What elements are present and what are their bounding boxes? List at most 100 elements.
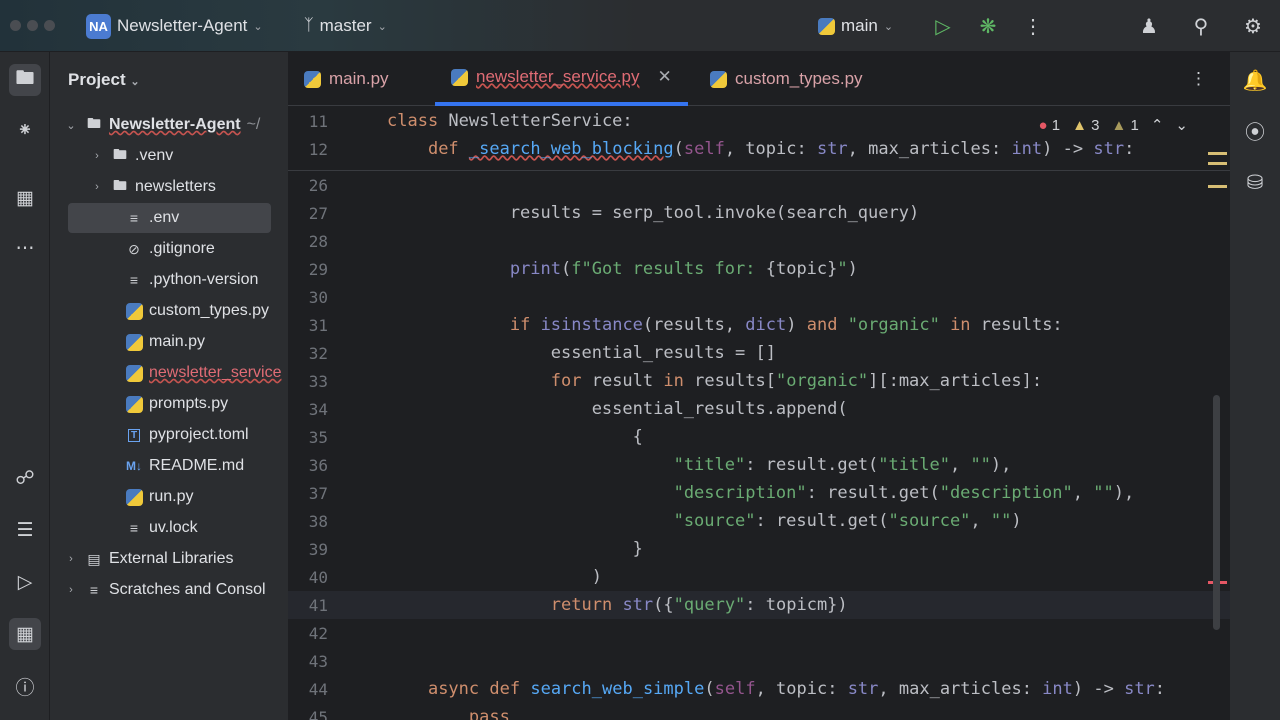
tree-item[interactable]: ≡ uv.lock xyxy=(50,513,288,543)
window-controls[interactable] xyxy=(10,20,55,31)
code-line[interactable]: 35 { xyxy=(288,423,1230,451)
database-icon[interactable]: ⛁ xyxy=(1241,168,1269,196)
tree-item[interactable]: custom_types.py xyxy=(50,296,288,326)
tree-item-label: uv.lock xyxy=(149,519,198,536)
editor-scrollbar[interactable] xyxy=(1213,395,1220,630)
tree-item[interactable]: prompts.py xyxy=(50,389,288,419)
code-line[interactable]: 36 "title": result.get("title", ""), xyxy=(288,451,1230,479)
python-icon xyxy=(818,17,835,35)
expand-arrow-icon[interactable]: › xyxy=(90,181,104,193)
code-token: isinstance xyxy=(540,315,643,335)
error-count[interactable]: ● 1 xyxy=(1039,117,1061,134)
tab-custom-types-py[interactable]: custom_types.py xyxy=(710,52,863,106)
code-line[interactable]: 39 } xyxy=(288,535,1230,563)
line-number: 29 xyxy=(308,259,328,279)
code-token: , topic: xyxy=(755,679,848,699)
code-token: NewsletterService: xyxy=(438,111,633,131)
tree-item[interactable]: Tpyproject.toml xyxy=(50,420,288,450)
code-line[interactable]: 37 "description": result.get("descriptio… xyxy=(288,479,1230,507)
code-line[interactable]: 42 xyxy=(288,619,1230,647)
layers-icon[interactable]: ☰ xyxy=(9,514,41,546)
line-number: 26 xyxy=(308,175,328,195)
tree-item[interactable]: ≡ .env xyxy=(68,203,271,233)
tree-item[interactable]: › ▤ External Libraries xyxy=(50,544,288,574)
structure-icon[interactable]: ▦ xyxy=(9,182,41,214)
code-line[interactable]: 29 print(f"Got results for: {topic}") xyxy=(288,255,1230,283)
code-line[interactable]: 30 xyxy=(288,283,1230,311)
problems-icon[interactable]: ⓘ xyxy=(9,670,41,702)
project-folder-icon[interactable]: 🖿 xyxy=(9,64,41,96)
warning-stripe[interactable] xyxy=(1208,162,1227,165)
branch-selector[interactable]: ᛉ master ⌄ xyxy=(304,14,387,38)
code-line[interactable]: 28 xyxy=(288,227,1230,255)
settings-gear-icon[interactable]: ⚙ xyxy=(1240,13,1266,39)
code-line[interactable]: 33 for result in results["organic"][:max… xyxy=(288,367,1230,395)
tree-item[interactable]: ≡ .python-version xyxy=(50,265,288,295)
warning-stripe[interactable] xyxy=(1208,185,1227,188)
services-icon[interactable]: ▷ xyxy=(9,566,41,598)
commit-icon[interactable]: ⁕ xyxy=(9,114,41,146)
code-line[interactable]: 41 return str({"query": topicm}) xyxy=(288,591,1230,619)
weak-warning-count-value: 1 xyxy=(1130,116,1139,134)
code-line[interactable]: 34 essential_results.append( xyxy=(288,395,1230,423)
tree-item[interactable]: newsletter_service xyxy=(50,358,288,388)
text-file-icon: ≡ xyxy=(129,272,139,288)
code-line[interactable]: 32 essential_results = [] xyxy=(288,339,1230,367)
tree-item[interactable]: › 🖿 .venv xyxy=(50,141,288,171)
line-number: 40 xyxy=(308,567,328,587)
weak-warning-count[interactable]: ▲ 1 xyxy=(1111,117,1138,134)
code-line[interactable]: 12 def _search_web_blocking(self, topic:… xyxy=(288,135,1230,163)
project-panel-title[interactable]: Project ⌄ xyxy=(68,70,140,90)
add-user-icon[interactable]: ♟ xyxy=(1136,13,1162,39)
code-line[interactable]: 44 async def search_web_simple(self, top… xyxy=(288,675,1230,703)
code-line[interactable]: 45 pass xyxy=(288,703,1230,720)
close-tab-icon[interactable]: ✕ xyxy=(657,67,671,87)
notifications-bell-icon[interactable]: 🔔 xyxy=(1241,66,1269,94)
debug-icon[interactable]: ❋ xyxy=(975,13,1001,39)
tab-newsletter-service-py[interactable]: newsletter_service.py ✕ xyxy=(435,52,688,106)
tab-options-icon[interactable]: ⋮ xyxy=(1190,52,1207,106)
search-icon[interactable]: ⚲ xyxy=(1188,13,1214,39)
python-console-icon[interactable]: ☍ xyxy=(9,462,41,494)
warning-stripe[interactable] xyxy=(1208,152,1227,155)
tree-item[interactable]: run.py xyxy=(50,482,288,512)
previous-problem-icon[interactable]: ⌃ xyxy=(1151,116,1164,134)
code-line[interactable]: 27 results = serp_tool.invoke(search_que… xyxy=(288,199,1230,227)
expand-arrow-icon[interactable]: ⌄ xyxy=(64,119,78,132)
more-options-icon[interactable]: ⋮ xyxy=(1020,13,1046,39)
run-icon[interactable]: ▷ xyxy=(930,13,956,39)
terminal-icon[interactable]: ▦ xyxy=(9,618,41,650)
tree-item[interactable]: › 🖿 newsletters xyxy=(50,172,288,202)
more-tools-icon[interactable]: ⋯ xyxy=(9,232,41,264)
folder-icon: 🖿 xyxy=(87,115,101,131)
code-line[interactable]: 38 "source": result.get("source", "") xyxy=(288,507,1230,535)
warning-count[interactable]: ▲ 3 xyxy=(1072,117,1099,134)
tree-item[interactable]: ⌄ 🖿 Newsletter-Agent ~/ xyxy=(50,110,288,140)
tree-item[interactable]: ⊘ .gitignore xyxy=(50,234,288,264)
ai-assistant-icon[interactable]: ⦿ xyxy=(1241,116,1269,144)
expand-arrow-icon[interactable]: › xyxy=(64,553,78,565)
code-line[interactable]: 31 if isinstance(results, dict) and "org… xyxy=(288,311,1230,339)
tree-item[interactable]: › ≡ Scratches and Consol xyxy=(50,575,288,605)
code-token: ) -> xyxy=(1042,139,1094,159)
tree-item-label: newsletters xyxy=(135,178,216,195)
code-line[interactable]: 40 ) xyxy=(288,563,1230,591)
expand-arrow-icon[interactable]: › xyxy=(64,584,78,596)
tree-item[interactable]: main.py xyxy=(50,327,288,357)
tree-item[interactable]: M↓ README.md xyxy=(50,451,288,481)
project-selector[interactable]: NA Newsletter-Agent ⌄ xyxy=(86,13,263,39)
code-line[interactable]: 43 xyxy=(288,647,1230,675)
code-editor[interactable]: 11 class NewsletterService: 12 def _search… xyxy=(288,106,1230,720)
expand-arrow-icon[interactable]: › xyxy=(90,150,104,162)
inspection-widget[interactable]: ● 1 ▲ 3 ▲ 1 ⌃ ⌄ xyxy=(1039,116,1188,135)
next-problem-icon[interactable]: ⌄ xyxy=(1175,116,1188,134)
tree-item-label: newsletter_service xyxy=(149,364,282,381)
tab-main-py[interactable]: main.py xyxy=(304,52,389,106)
run-config-selector[interactable]: main ⌄ xyxy=(818,14,893,38)
python-file-icon xyxy=(124,395,144,413)
code-token: ), xyxy=(1113,483,1135,503)
code-line[interactable]: 26 xyxy=(288,171,1230,199)
code-token: ({ xyxy=(653,595,674,615)
code-token: "" xyxy=(990,511,1012,531)
